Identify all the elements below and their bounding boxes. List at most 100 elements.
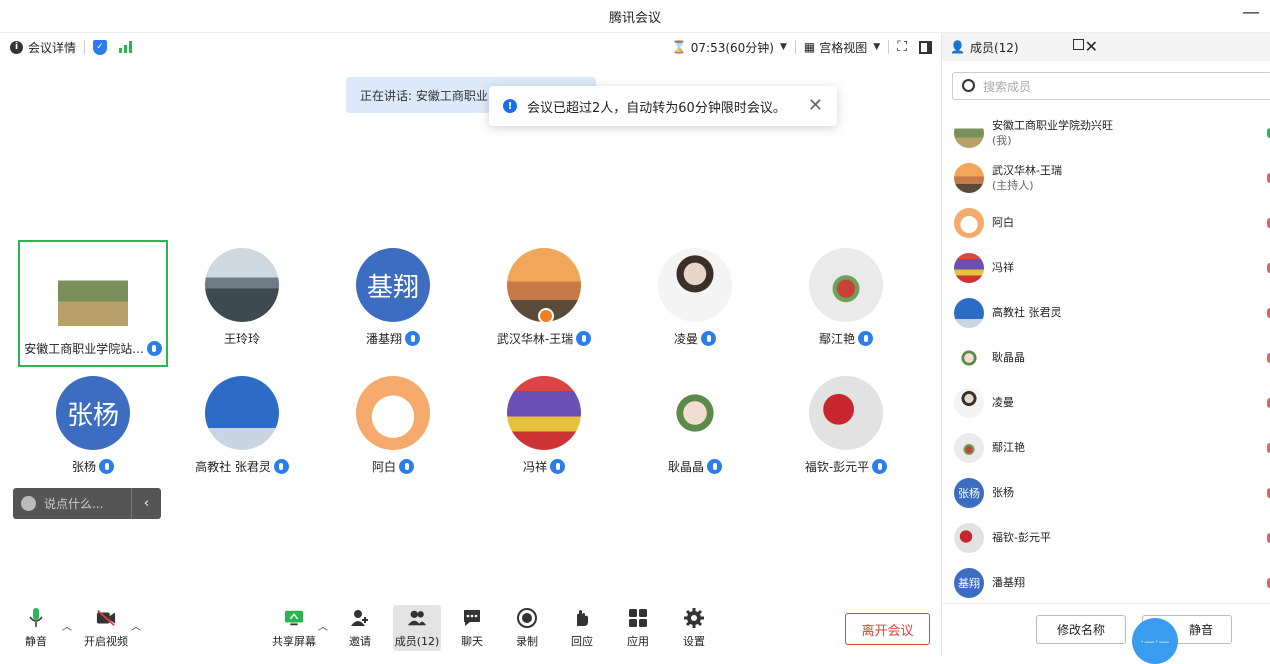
- video-tile[interactable]: 冯祥: [469, 368, 619, 495]
- participant-name-row: 鄢江艳: [819, 330, 873, 347]
- sidebar-toggle-icon[interactable]: [919, 40, 932, 54]
- member-row[interactable]: 张杨 张杨: [954, 470, 1270, 515]
- member-row[interactable]: 阿白: [954, 200, 1270, 245]
- meeting-details-button[interactable]: i 会议详情: [10, 39, 76, 56]
- share-screen-button[interactable]: 共享屏幕: [272, 608, 316, 649]
- fullscreen-icon[interactable]: ⛶: [897, 39, 907, 55]
- participant-name-row: 张杨: [72, 458, 114, 475]
- avatar: [954, 387, 984, 418]
- collapse-icon[interactable]: ‹: [131, 488, 161, 519]
- chevron-down-icon[interactable]: ▼: [873, 42, 880, 52]
- meeting-timer: 07:53(60分钟): [690, 40, 774, 55]
- video-tile[interactable]: 耿晶晶: [620, 368, 770, 495]
- avatar: [954, 522, 984, 553]
- avatar: [356, 376, 430, 450]
- member-row[interactable]: 凌曼: [954, 380, 1270, 425]
- search-input[interactable]: 搜索成员: [952, 72, 1270, 100]
- participant-name: 阿白: [371, 460, 396, 474]
- participant-name: 张杨: [71, 460, 96, 474]
- info-icon: i: [10, 40, 23, 54]
- invite-button[interactable]: 邀请: [349, 608, 371, 649]
- members-button[interactable]: 成员(12): [393, 605, 441, 651]
- react-button[interactable]: 回应: [571, 608, 593, 649]
- minimize-icon[interactable]: —: [1242, 4, 1260, 22]
- video-tile[interactable]: 福钦-彭元平: [771, 368, 921, 495]
- settings-label: 设置: [683, 635, 705, 648]
- record-button[interactable]: 录制: [516, 608, 538, 649]
- react-label: 回应: [571, 635, 593, 648]
- participant-name-row: 凌曼: [674, 330, 716, 347]
- video-tile[interactable]: 张杨 张杨: [18, 368, 168, 495]
- participant-name: 高教社 张君灵: [195, 460, 271, 474]
- signal-icon[interactable]: [119, 41, 133, 53]
- member-name: 福钦-彭元平: [992, 531, 1051, 544]
- member-row[interactable]: 安徽工商职业学院劲兴旺 (我): [954, 110, 1270, 155]
- members-panel-header: 👤 成员(12) ✕: [942, 33, 1270, 61]
- shield-icon[interactable]: ✓: [93, 39, 108, 55]
- emoji-icon[interactable]: [21, 496, 36, 511]
- chat-button[interactable]: 聊天: [461, 608, 483, 649]
- video-tile[interactable]: 王玲玲: [167, 240, 317, 367]
- participant-name-row: 王玲玲: [224, 330, 260, 347]
- member-row[interactable]: 耿晶晶: [954, 335, 1270, 380]
- video-tile[interactable]: 高教社 张君灵: [167, 368, 317, 495]
- member-name: 高教社 张君灵: [992, 306, 1062, 319]
- view-mode-button[interactable]: 宫格视图: [819, 39, 867, 56]
- member-info: 安徽工商职业学院劲兴旺 (我): [992, 118, 1113, 148]
- member-row[interactable]: 武汉华林-王瑞 (主持人): [954, 155, 1270, 200]
- member-row[interactable]: 基翔 潘基翔: [954, 560, 1270, 605]
- video-off-icon: [96, 608, 116, 628]
- participant-name: 鄢江艳: [818, 332, 855, 346]
- apps-button[interactable]: 应用: [627, 608, 649, 649]
- hourglass-icon: ⌛: [671, 40, 687, 54]
- divider: [888, 40, 890, 54]
- member-name: 耿晶晶: [992, 351, 1025, 364]
- member-name: 潘基翔: [992, 576, 1025, 589]
- chat-input[interactable]: 说点什么... ‹: [13, 488, 161, 519]
- avatar: [954, 432, 984, 463]
- chevron-up-icon[interactable]: ︿: [62, 618, 72, 633]
- mic-icon: [99, 459, 114, 474]
- video-tile[interactable]: 武汉华林-王瑞: [469, 240, 619, 367]
- popout-icon[interactable]: [1073, 39, 1084, 50]
- apps-icon: [628, 608, 648, 628]
- apps-label: 应用: [627, 635, 649, 648]
- chevron-up-icon[interactable]: ︿: [318, 618, 328, 633]
- video-tile[interactable]: 凌曼: [620, 240, 770, 367]
- member-row[interactable]: 冯祥: [954, 245, 1270, 290]
- members-panel-title: 成员(12): [969, 40, 1019, 55]
- member-name: 安徽工商职业学院劲兴旺: [992, 118, 1113, 132]
- video-button[interactable]: 开启视频: [84, 608, 128, 649]
- participant-name-row: 安徽工商职业学院站...: [24, 340, 162, 357]
- avatar: [809, 248, 883, 322]
- close-icon[interactable]: ✕: [808, 95, 823, 116]
- member-row[interactable]: 高教社 张君灵: [954, 290, 1270, 335]
- members-icon: 👤: [950, 40, 965, 54]
- rename-button[interactable]: 修改名称: [1036, 615, 1126, 644]
- avatar: [954, 162, 984, 193]
- video-tile[interactable]: 阿白: [318, 368, 468, 495]
- chevron-up-icon[interactable]: ︿: [131, 618, 141, 633]
- video-tile[interactable]: 基翔 潘基翔: [318, 240, 468, 367]
- mute-label: 静音: [25, 635, 47, 648]
- mic-icon: [576, 331, 592, 346]
- video-tile[interactable]: 安徽工商职业学院站...: [18, 240, 168, 367]
- participant-name-row: 耿晶晶: [668, 458, 722, 475]
- member-role: (主持人): [992, 178, 1034, 192]
- participant-name-row: 高教社 张君灵: [195, 458, 289, 475]
- participant-name: 福钦-彭元平: [804, 460, 870, 474]
- mic-icon: [146, 341, 162, 356]
- video-tile[interactable]: 鄢江艳: [771, 240, 921, 367]
- participant-name: 潘基翔: [365, 332, 402, 346]
- host-icon: [538, 308, 554, 324]
- member-row[interactable]: 福钦-彭元平: [954, 515, 1270, 560]
- video-label: 开启视频: [84, 635, 128, 648]
- member-name: 凌曼: [992, 396, 1014, 409]
- close-icon[interactable]: ✕: [1085, 37, 1098, 56]
- member-name: 冯祥: [992, 261, 1014, 274]
- mute-button[interactable]: 静音: [25, 608, 47, 649]
- leave-meeting-button[interactable]: 离开会议: [845, 613, 930, 645]
- settings-button[interactable]: 设置: [683, 608, 705, 649]
- chevron-down-icon[interactable]: ▼: [780, 42, 787, 52]
- member-row[interactable]: 鄢江艳: [954, 425, 1270, 470]
